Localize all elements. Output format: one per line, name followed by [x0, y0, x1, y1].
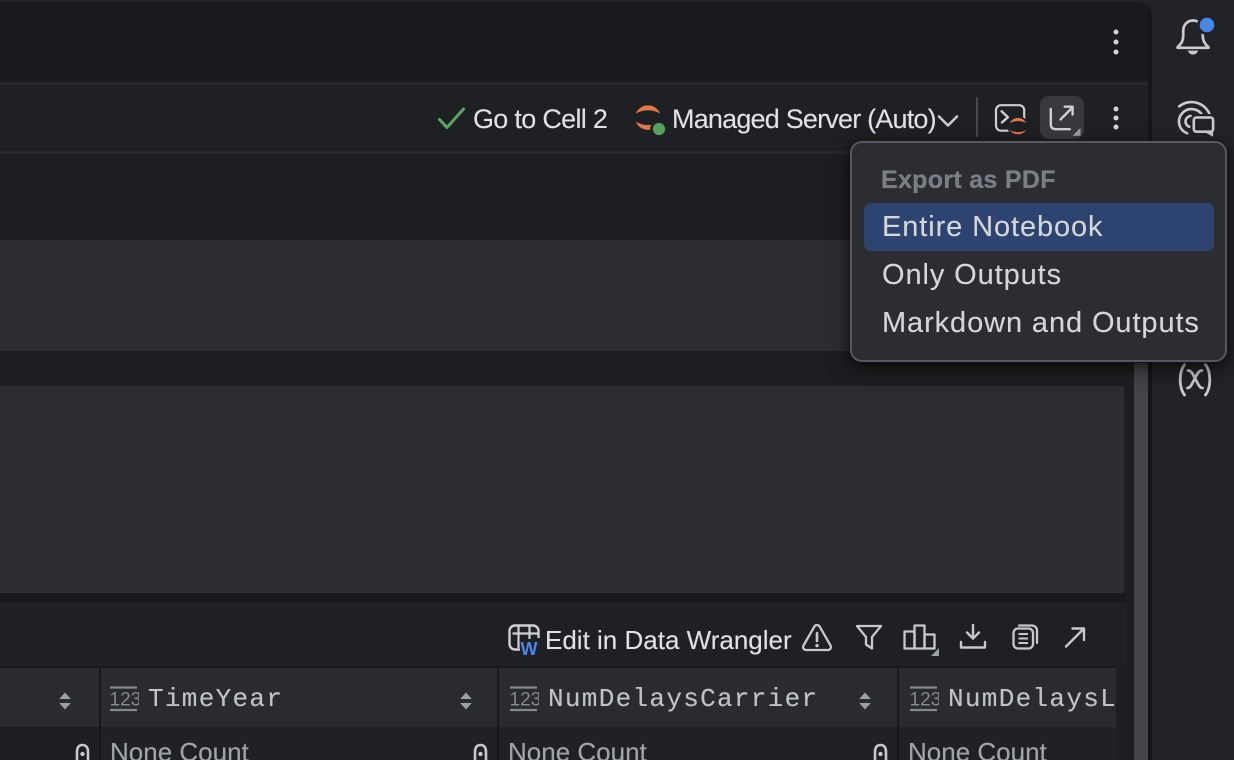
svg-text:123: 123 — [510, 690, 540, 711]
svg-text:W: W — [521, 639, 538, 659]
svg-text:123: 123 — [910, 690, 940, 711]
svg-text:123: 123 — [110, 690, 140, 711]
